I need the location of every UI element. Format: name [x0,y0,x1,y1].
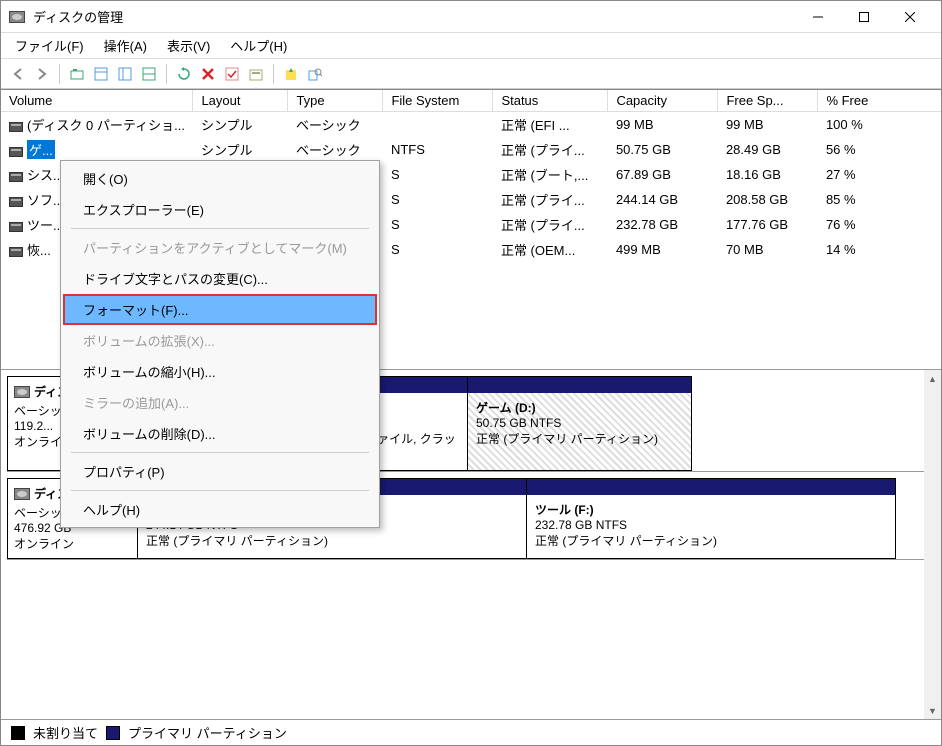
scroll-down-icon[interactable]: ▼ [924,702,941,719]
partition-status: 正常 (プライマリ パーティション) [476,430,683,447]
ctx-delete[interactable]: ボリュームの削除(D)... [63,418,377,449]
legend-primary-swatch [106,726,120,740]
col-free[interactable]: Free Sp... [718,90,818,112]
table-header[interactable]: Volume Layout Type File System Status Ca… [1,90,941,112]
ctx-explorer[interactable]: エクスプローラー(E) [63,194,377,225]
legend-unallocated-swatch [11,726,25,740]
partition-size: 232.78 GB NTFS [535,518,887,532]
context-menu: 開く(O) エクスプローラー(E) パーティションをアクティブとしてマーク(M)… [60,160,380,528]
toolbar-icon-7[interactable] [304,63,326,85]
forward-button[interactable] [31,63,53,85]
partition-label: ゲーム (D:) [476,399,683,416]
ctx-extend: ボリュームの拡張(X)... [63,325,377,356]
partition-label: ツール (F:) [535,501,887,518]
toolbar-icon-4[interactable] [138,63,160,85]
legend-unallocated-label: 未割り当て [33,723,98,742]
ctx-mark-active: パーティションをアクティブとしてマーク(M) [63,232,377,263]
partition[interactable]: ツール (F:)232.78 GB NTFS正常 (プライマリ パーティション) [526,478,896,559]
partition[interactable]: ゲーム (D:)50.75 GB NTFS正常 (プライマリ パーティション) [467,376,692,471]
ctx-help[interactable]: ヘルプ(H) [63,494,377,525]
ctx-change-drive[interactable]: ドライブ文字とパスの変更(C)... [63,263,377,294]
ctx-mirror: ミラーの追加(A)... [63,387,377,418]
toolbar-icon-2[interactable] [90,63,112,85]
partition-status: 正常 (プライマリ パーティション) [146,532,518,549]
disk-icon [14,488,30,500]
legend: 未割り当て プライマリ パーティション [1,719,941,745]
toolbar-icon-3[interactable] [114,63,136,85]
toolbar-check-icon[interactable] [221,63,243,85]
maximize-button[interactable] [841,1,887,33]
minimize-button[interactable] [795,1,841,33]
col-capacity[interactable]: Capacity [608,90,718,112]
partition-status: 正常 (プライマリ パーティション) [535,532,887,549]
col-pct[interactable]: % Free [818,90,941,112]
ctx-open[interactable]: 開く(O) [63,163,377,194]
close-button[interactable] [887,1,933,33]
partition-size: 50.75 GB NTFS [476,416,683,430]
menu-help[interactable]: ヘルプ(H) [220,32,297,59]
partition-bar [527,479,895,495]
disk-icon [14,386,30,398]
partition-bar [468,377,691,393]
menu-action[interactable]: 操作(A) [94,32,157,59]
app-icon [9,9,25,25]
col-type[interactable]: Type [288,90,383,112]
menu-file[interactable]: ファイル(F) [5,32,94,59]
col-status[interactable]: Status [493,90,608,112]
table-row[interactable]: ゲ...シンプルベーシックNTFS正常 (プライ...50.75 GB28.49… [1,137,941,162]
toolbar [1,59,941,89]
col-layout[interactable]: Layout [193,90,288,112]
scroll-up-icon[interactable]: ▲ [924,370,941,387]
scrollbar[interactable]: ▲ ▼ [924,370,941,719]
legend-primary-label: プライマリ パーティション [128,723,287,742]
menubar: ファイル(F) 操作(A) 表示(V) ヘルプ(H) [1,33,941,59]
toolbar-icon-5[interactable] [245,63,267,85]
titlebar: ディスクの管理 [1,1,941,33]
menu-view[interactable]: 表示(V) [157,32,220,59]
ctx-format[interactable]: フォーマット(F)... [63,294,377,325]
ctx-properties[interactable]: プロパティ(P) [63,456,377,487]
toolbar-icon-1[interactable] [66,63,88,85]
toolbar-icon-6[interactable] [280,63,302,85]
table-row[interactable]: (ディスク 0 パーティショ...シンプルベーシック正常 (EFI ...99 … [1,112,941,138]
refresh-button[interactable] [173,63,195,85]
col-volume[interactable]: Volume [1,90,193,112]
delete-button[interactable] [197,63,219,85]
ctx-shrink[interactable]: ボリュームの縮小(H)... [63,356,377,387]
back-button[interactable] [7,63,29,85]
window-title: ディスクの管理 [33,7,795,26]
disk-status: オンライン [14,535,131,552]
col-fs[interactable]: File System [383,90,493,112]
